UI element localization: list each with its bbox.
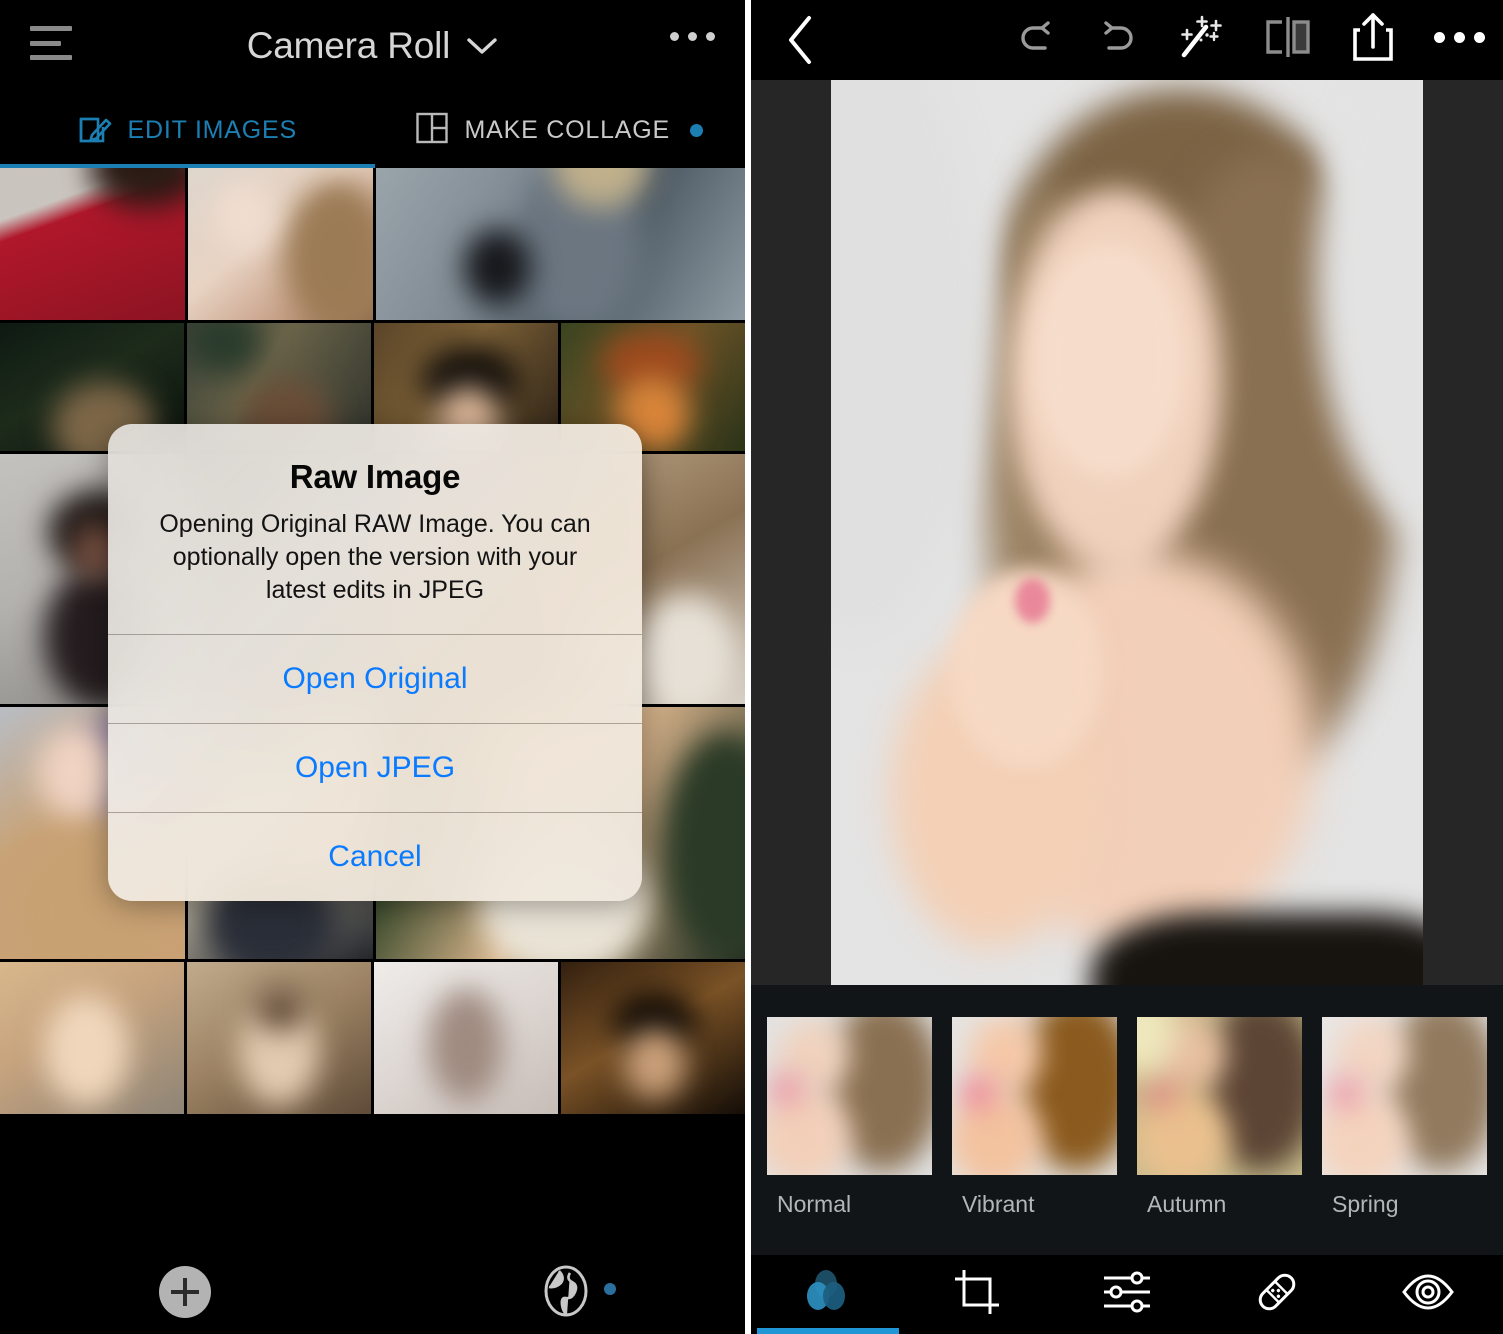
magic-wand-icon[interactable] [1174,11,1226,63]
editor-toolbar [751,0,1503,80]
filter-item-spring[interactable]: Spring [1312,1017,1497,1218]
plus-circle-icon[interactable] [159,1266,211,1318]
photo-blonde-closeup[interactable] [0,962,184,1114]
grid-row [0,168,745,320]
collage-badge-dot [690,123,703,137]
chevron-down-icon[interactable] [466,36,498,56]
share-upload-icon[interactable] [1350,10,1396,64]
filter-thumb-autumn [1137,1017,1302,1175]
filter-item-normal[interactable]: Normal [757,1017,942,1218]
filter-label: Autumn [1147,1191,1227,1217]
tab-make-collage[interactable]: MAKE COLLAGE [373,92,746,168]
album-selector: Camera Roll [0,0,745,92]
filter-thumb-normal [767,1017,932,1175]
filter-thumb-spring [1322,1017,1487,1175]
gallery-panel: Camera Roll EDIT IMAGES MAKE COLLAGE Raw… [0,0,745,1334]
more-horizontal-icon[interactable] [1434,31,1485,43]
nav-adjust[interactable] [1052,1255,1202,1334]
filter-thumb-vibrant [952,1017,1117,1175]
collage-grid-icon [415,111,449,150]
redo-arrow-icon[interactable] [1094,14,1140,60]
photo-glasses-woman[interactable] [187,962,371,1114]
open-original-button[interactable]: Open Original [108,634,642,723]
more-horizontal-icon[interactable] [670,32,715,41]
discover-badge-dot [604,1283,616,1295]
app-root: Camera Roll EDIT IMAGES MAKE COLLAGE Raw… [0,0,1503,1334]
nav-heal[interactable] [1202,1255,1352,1334]
editor-canvas [751,80,1503,985]
filter-item-vibrant[interactable]: Vibrant [942,1017,1127,1218]
filter-item-autumn[interactable]: Autumn [1127,1017,1312,1218]
photo-bare-shoulder[interactable] [187,168,373,320]
globe-icon[interactable] [540,1265,616,1317]
dialog-message: Opening Original RAW Image. You can opti… [159,510,591,604]
nav-crop[interactable] [901,1255,1051,1334]
edit-pencil-square-icon [76,110,112,151]
cancel-button[interactable]: Cancel [108,812,642,901]
editor-bottom-nav [751,1255,1503,1334]
undo-arrow-icon[interactable] [1014,14,1060,60]
raw-image-dialog: Raw Image Opening Original RAW Image. Yo… [108,424,642,902]
chevron-left-icon[interactable] [781,12,821,73]
crop-icon [952,1267,1002,1322]
hamburger-icon[interactable] [30,26,72,60]
edited-photo[interactable] [831,80,1423,985]
tab-make-collage-label: MAKE COLLAGE [464,115,670,144]
open-jpeg-button[interactable]: Open JPEG [108,723,642,812]
before-after-compare-icon[interactable] [1260,12,1316,62]
adjust-sliders-icon [1100,1268,1154,1321]
photo-red-sweater[interactable] [0,168,185,320]
dialog-title: Raw Image [289,458,461,495]
gallery-header: Camera Roll [0,0,745,92]
gallery-tabs: EDIT IMAGES MAKE COLLAGE [0,92,745,168]
filter-label: Normal [777,1191,852,1217]
filter-list: Normal Vibrant Autumn Spring [751,1017,1503,1218]
nav-red-eye[interactable] [1353,1255,1503,1334]
filter-strip: Normal Vibrant Autumn Spring [751,985,1503,1255]
album-title[interactable]: Camera Roll [247,25,451,67]
red-eye-icon [1400,1270,1456,1319]
tab-edit-images[interactable]: EDIT IMAGES [0,92,375,168]
filter-label: Spring [1332,1191,1399,1217]
gallery-bottom-bar [0,1248,745,1334]
photo-camera-beach[interactable] [375,168,745,320]
editor-panel: Normal Vibrant Autumn Spring [751,0,1503,1334]
healing-bandaid-icon [1251,1266,1303,1323]
photo-dark-hat-woman[interactable] [561,962,745,1114]
editor-toolbar-actions [1014,10,1485,64]
grid-row [0,962,745,1114]
dialog-header: Raw Image Opening Original RAW Image. Yo… [108,424,642,634]
filters-venn-icon [799,1267,853,1322]
tab-edit-images-label: EDIT IMAGES [127,115,297,144]
nav-filters[interactable] [751,1255,901,1334]
nav-active-indicator [757,1328,899,1334]
filter-label: Vibrant [962,1191,1035,1217]
photo-white-wall-woman[interactable] [374,962,558,1114]
